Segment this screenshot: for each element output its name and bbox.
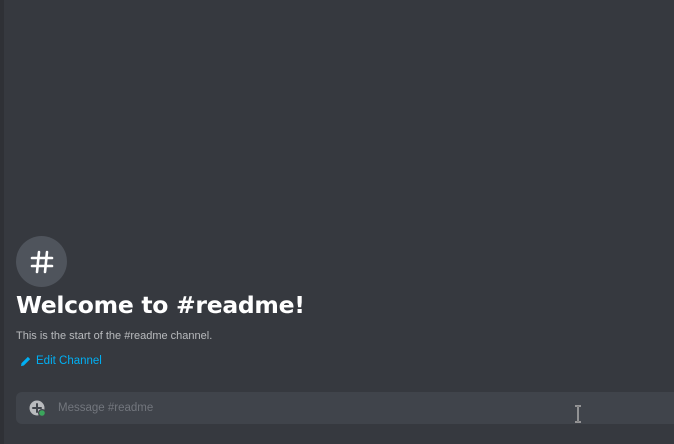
- text-cursor-icon: [575, 405, 581, 423]
- channel-hash-avatar: [16, 236, 67, 287]
- message-input[interactable]: [58, 392, 638, 424]
- chat-view: Welcome to #readme! This is the start of…: [0, 0, 674, 444]
- edit-channel-link[interactable]: Edit Channel: [20, 355, 102, 367]
- edit-channel-label: Edit Channel: [36, 355, 102, 367]
- pencil-icon: [21, 356, 31, 366]
- welcome-title: Welcome to #readme!: [16, 291, 305, 319]
- sidebar-edge: [0, 0, 4, 444]
- welcome-subtitle: This is the start of the #readme channel…: [16, 330, 213, 342]
- hash-icon: [30, 250, 53, 273]
- plus-circle-icon[interactable]: [29, 400, 47, 418]
